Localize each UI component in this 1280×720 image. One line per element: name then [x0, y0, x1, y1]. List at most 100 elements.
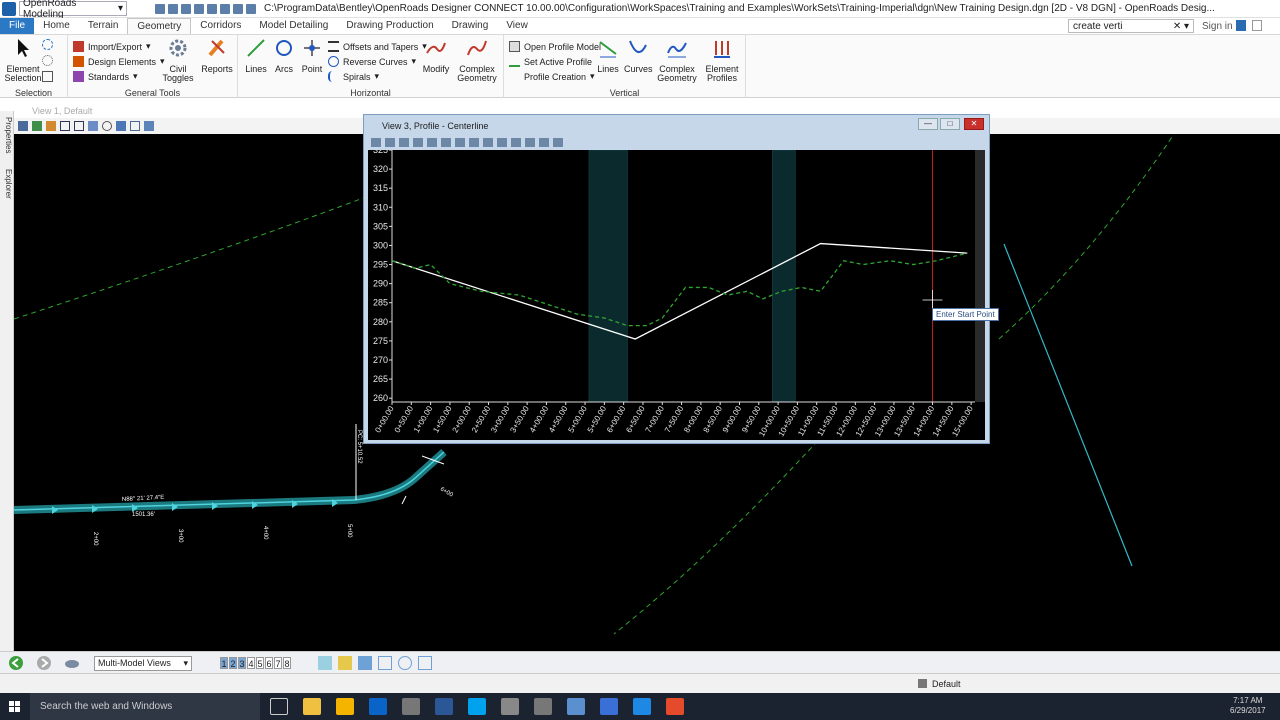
open-profile-model-button[interactable]: Open Profile Model	[509, 41, 601, 52]
selection-shape-icon[interactable]	[42, 55, 53, 66]
clear-icon[interactable]: ✕ ▾	[1173, 21, 1189, 32]
task-view-icon[interactable]	[270, 698, 288, 715]
tab-corridors[interactable]: Corridors	[191, 18, 250, 34]
app-icon-2[interactable]	[336, 698, 354, 715]
window-area-icon[interactable]	[130, 121, 140, 131]
center-icon[interactable]	[398, 656, 412, 670]
vertical-curves-button[interactable]: Curves	[624, 37, 653, 74]
import-export-button[interactable]: Import/Export ▾	[73, 41, 151, 52]
view-attributes-icon[interactable]	[18, 121, 28, 131]
selection-mode-icon[interactable]	[42, 39, 53, 50]
zoom-in-icon[interactable]	[413, 138, 423, 147]
render-icon[interactable]	[385, 138, 395, 147]
update-icon[interactable]	[399, 138, 409, 147]
offsets-tapers-button[interactable]: Offsets and Tapers ▾	[328, 41, 427, 52]
accudraw-icon[interactable]	[338, 656, 352, 670]
profile-chart[interactable]: 260 265 270 275 280 285 290 295 300 305 310 315 320 3…	[368, 150, 985, 440]
keypoint-icon[interactable]	[358, 656, 372, 670]
ribbon-toggle-icon[interactable]	[1252, 20, 1262, 31]
app-icon-7[interactable]	[501, 698, 519, 715]
new-file-icon[interactable]	[155, 3, 165, 14]
view-toggle-8[interactable]: 8	[283, 657, 291, 669]
arcs-button[interactable]: Arcs	[270, 37, 298, 74]
search-input[interactable]: create verti ✕ ▾	[1068, 19, 1194, 33]
openroads-icon[interactable]	[600, 698, 618, 715]
civil-toggles-button[interactable]: Civil Toggles	[160, 37, 196, 83]
profile-creation-button[interactable]: Profile Creation ▾	[509, 71, 595, 82]
element-profiles-button[interactable]: Element Profiles	[702, 37, 742, 83]
maximize-button[interactable]: □	[940, 118, 960, 130]
lock-icon[interactable]	[918, 679, 927, 688]
window-area-icon[interactable]	[441, 138, 451, 147]
print-icon[interactable]	[194, 3, 204, 14]
display-style-icon[interactable]	[32, 121, 42, 131]
render-icon[interactable]	[46, 121, 56, 131]
view-toggle-6[interactable]: 6	[265, 657, 273, 669]
camtasia-icon[interactable]	[666, 698, 684, 715]
vertical-lines-button[interactable]: Lines	[594, 37, 622, 74]
tab-view[interactable]: View	[497, 18, 537, 34]
minimize-button[interactable]: —	[918, 118, 938, 130]
explorer-tab[interactable]: Explorer	[1, 169, 13, 199]
rotate-icon[interactable]	[469, 138, 479, 147]
zoom-in-icon[interactable]	[60, 121, 70, 131]
view-toggle-3[interactable]: 3	[238, 657, 246, 669]
element-selection-button[interactable]: Element Selection	[4, 37, 42, 83]
tab-file[interactable]: File	[0, 18, 35, 34]
redo-icon[interactable]	[220, 3, 230, 14]
view-attributes-icon[interactable]	[371, 138, 381, 147]
selection-box-icon[interactable]	[42, 71, 53, 82]
nearest-icon[interactable]	[378, 656, 392, 670]
spirals-button[interactable]: Spirals ▾	[328, 71, 379, 82]
windows-start-icon[interactable]	[0, 693, 30, 720]
grid-icon[interactable]	[553, 138, 563, 147]
system-clock[interactable]: 7:17 AM 6/29/2017	[1230, 696, 1266, 716]
undo-icon[interactable]	[207, 3, 217, 14]
taskbar-search[interactable]: Search the web and Windows	[30, 693, 260, 720]
zoom-out-icon[interactable]	[74, 121, 84, 131]
set-active-profile-button[interactable]: Set Active Profile	[509, 56, 592, 67]
view-previous-icon[interactable]	[144, 121, 154, 131]
app-icon-4[interactable]	[402, 698, 420, 715]
tab-terrain[interactable]: Terrain	[79, 18, 128, 34]
view-previous-icon[interactable]	[497, 138, 507, 147]
select-icon[interactable]	[233, 3, 243, 14]
tab-drawing-production[interactable]: Drawing Production	[337, 18, 442, 34]
snap-icon[interactable]	[318, 656, 332, 670]
edge-icon[interactable]	[633, 698, 651, 715]
properties-tab[interactable]: Properties	[1, 117, 13, 153]
reports-button[interactable]: Reports	[200, 37, 234, 74]
fit-view-icon[interactable]	[88, 121, 98, 131]
pan-icon[interactable]	[116, 121, 126, 131]
zoom-out-icon[interactable]	[427, 138, 437, 147]
tab-geometry[interactable]: Geometry	[127, 18, 192, 34]
point-button[interactable]: Point	[298, 37, 326, 74]
rotate-icon[interactable]	[102, 121, 112, 131]
back-icon[interactable]	[8, 655, 24, 671]
workflow-select[interactable]: OpenRoads Modeling ▾	[19, 0, 127, 20]
lines-button[interactable]: Lines	[242, 37, 270, 74]
pan-icon[interactable]	[483, 138, 493, 147]
tab-drawing[interactable]: Drawing	[443, 18, 498, 34]
open-file-icon[interactable]	[168, 3, 178, 14]
complex-geometry-button[interactable]: Complex Geometry	[454, 37, 500, 83]
fit-view-icon[interactable]	[455, 138, 465, 147]
copy-view-icon[interactable]	[525, 138, 535, 147]
settings-icon[interactable]	[246, 3, 256, 14]
cloud-icon[interactable]	[64, 656, 80, 670]
app-icon-9[interactable]	[567, 698, 585, 715]
word-icon[interactable]	[435, 698, 453, 715]
save-icon[interactable]	[181, 3, 191, 14]
view-next-icon[interactable]	[511, 138, 521, 147]
view-toggle-2[interactable]: 2	[229, 657, 237, 669]
view-toggle-1[interactable]: 1	[220, 657, 228, 669]
sign-in-link[interactable]: Sign in	[1202, 21, 1233, 32]
intersection-icon[interactable]	[418, 656, 432, 670]
app-icon-8[interactable]	[534, 698, 552, 715]
design-elements-button[interactable]: Design Elements ▾	[73, 56, 165, 67]
file-explorer-icon[interactable]	[303, 698, 321, 715]
tab-home[interactable]: Home	[34, 18, 79, 34]
active-level[interactable]: Default	[932, 679, 961, 689]
modify-button[interactable]: Modify	[420, 37, 452, 74]
tab-model-detailing[interactable]: Model Detailing	[250, 18, 337, 34]
